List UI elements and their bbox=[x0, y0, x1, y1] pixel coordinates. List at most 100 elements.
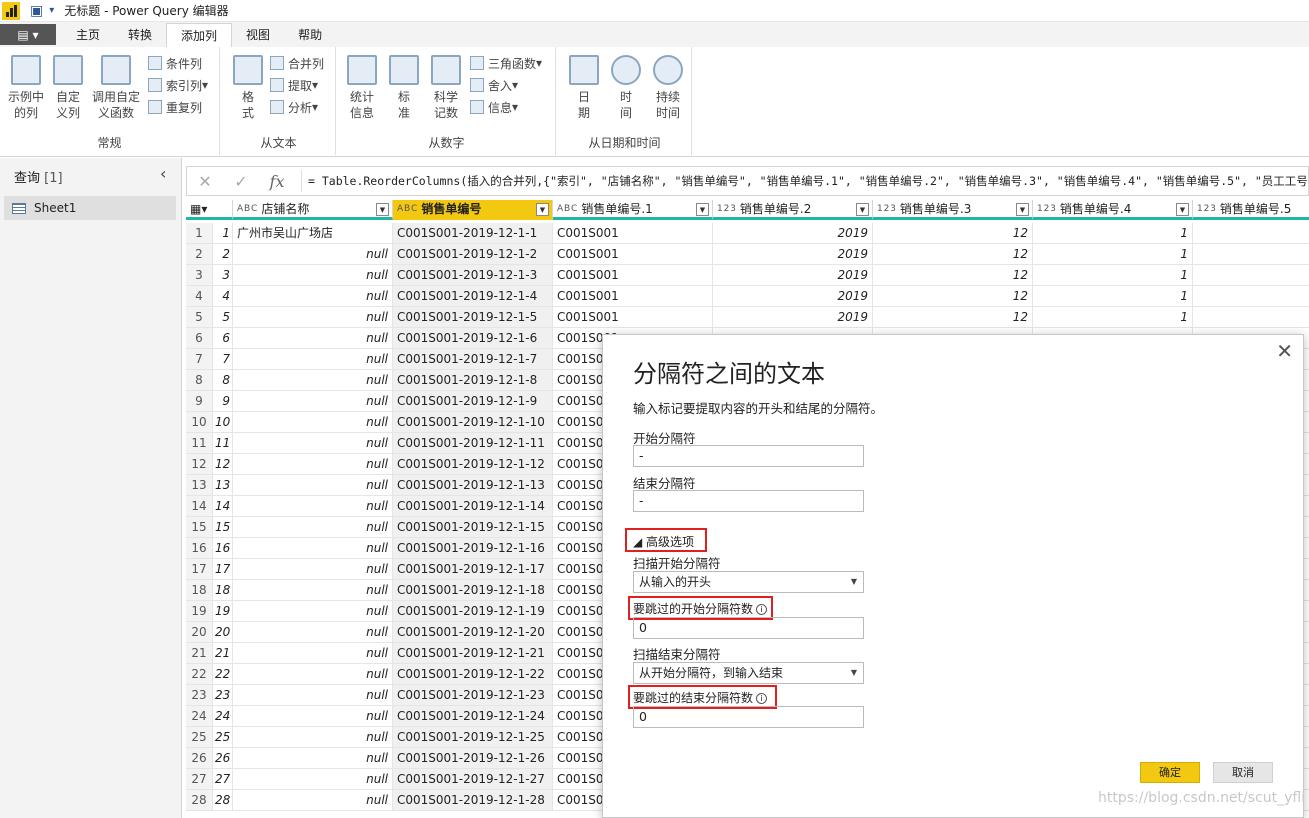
column-type-icon[interactable]: A B C bbox=[557, 204, 577, 214]
index-cell[interactable]: 23 bbox=[213, 685, 233, 706]
order-part-5-cell[interactable] bbox=[1193, 223, 1309, 244]
order-number-cell[interactable]: C001S001-2019-12-1-5 bbox=[393, 307, 553, 328]
index-cell[interactable]: 4 bbox=[213, 286, 233, 307]
row-number[interactable]: 22 bbox=[186, 664, 213, 685]
order-number-cell[interactable]: C001S001-2019-12-1-12 bbox=[393, 454, 553, 475]
index-cell[interactable]: 28 bbox=[213, 790, 233, 811]
order-part-1-cell[interactable]: C001S001 bbox=[553, 244, 713, 265]
store-name-cell[interactable]: null bbox=[233, 454, 393, 475]
filter-dropdown-icon[interactable]: ▼ bbox=[856, 203, 869, 216]
index-cell[interactable]: 12 bbox=[213, 454, 233, 475]
store-name-cell[interactable]: null bbox=[233, 538, 393, 559]
fx-icon[interactable]: fx bbox=[259, 172, 295, 191]
save-icon[interactable]: ▣ bbox=[30, 3, 43, 19]
formula-text[interactable]: = Table.ReorderColumns(插入的合并列,{"索引", "店铺… bbox=[308, 173, 1308, 189]
order-number-cell[interactable]: C001S001-2019-12-1-18 bbox=[393, 580, 553, 601]
order-part-4-cell[interactable]: 1 bbox=[1033, 223, 1193, 244]
row-number[interactable]: 17 bbox=[186, 559, 213, 580]
order-part-2-cell[interactable]: 2019 bbox=[713, 223, 873, 244]
order-part-1-cell[interactable]: C001S001 bbox=[553, 223, 713, 244]
order-number-cell[interactable]: C001S001-2019-12-1-8 bbox=[393, 370, 553, 391]
standard-button[interactable]: 标 准 bbox=[384, 55, 424, 121]
column-type-icon[interactable]: 1 2 3 bbox=[877, 204, 896, 214]
row-number[interactable]: 19 bbox=[186, 601, 213, 622]
tab-add-column[interactable]: 添加列 bbox=[166, 23, 233, 47]
order-number-cell[interactable]: C001S001-2019-12-1-21 bbox=[393, 643, 553, 664]
order-number-cell[interactable]: C001S001-2019-12-1-20 bbox=[393, 622, 553, 643]
skip-end-input[interactable]: 0 bbox=[633, 706, 864, 728]
index-cell[interactable]: 9 bbox=[213, 391, 233, 412]
commit-formula-icon[interactable]: ✓ bbox=[223, 172, 259, 191]
table-menu-icon[interactable]: ▦▾ bbox=[186, 200, 233, 220]
row-number[interactable]: 6 bbox=[186, 328, 213, 349]
index-cell[interactable]: 26 bbox=[213, 748, 233, 769]
index-column-button[interactable]: 索引列 ▾ bbox=[148, 75, 208, 95]
store-name-cell[interactable]: null bbox=[233, 370, 393, 391]
store-name-cell[interactable]: 广州市吴山广场店 bbox=[233, 223, 393, 244]
order-number-cell[interactable]: C001S001-2019-12-1-27 bbox=[393, 769, 553, 790]
index-cell[interactable]: 2 bbox=[213, 244, 233, 265]
row-number[interactable]: 26 bbox=[186, 748, 213, 769]
order-number-cell[interactable]: C001S001-2019-12-1-24 bbox=[393, 706, 553, 727]
row-number[interactable]: 3 bbox=[186, 265, 213, 286]
scientific-button[interactable]: 科学 记数 bbox=[426, 55, 466, 121]
index-cell[interactable]: 20 bbox=[213, 622, 233, 643]
store-name-cell[interactable]: null bbox=[233, 727, 393, 748]
duration-button[interactable]: 持续 时间 bbox=[648, 55, 688, 121]
row-number[interactable]: 28 bbox=[186, 790, 213, 811]
cancel-button[interactable]: 取消 bbox=[1213, 762, 1273, 783]
order-part-3-cell[interactable]: 12 bbox=[873, 223, 1033, 244]
index-cell[interactable]: 14 bbox=[213, 496, 233, 517]
row-number[interactable]: 7 bbox=[186, 349, 213, 370]
order-number-cell[interactable]: C001S001-2019-12-1-10 bbox=[393, 412, 553, 433]
order-part-2-cell[interactable]: 2019 bbox=[713, 286, 873, 307]
order-part-3-cell[interactable]: 12 bbox=[873, 286, 1033, 307]
order-number-cell[interactable]: C001S001-2019-12-1-25 bbox=[393, 727, 553, 748]
store-name-cell[interactable]: null bbox=[233, 349, 393, 370]
column-header[interactable]: 1 2 3 销售单编号.3 ▼ bbox=[873, 200, 1033, 220]
row-number[interactable]: 20 bbox=[186, 622, 213, 643]
filter-dropdown-icon[interactable]: ▼ bbox=[376, 203, 389, 216]
store-name-cell[interactable]: null bbox=[233, 706, 393, 727]
tab-home[interactable]: 主页 bbox=[62, 23, 114, 47]
store-name-cell[interactable]: null bbox=[233, 496, 393, 517]
store-name-cell[interactable]: null bbox=[233, 601, 393, 622]
info-icon[interactable]: i bbox=[756, 604, 768, 615]
order-part-3-cell[interactable]: 12 bbox=[873, 244, 1033, 265]
order-part-1-cell[interactable]: C001S001 bbox=[553, 265, 713, 286]
tab-transform[interactable]: 转换 bbox=[114, 23, 166, 47]
store-name-cell[interactable]: null bbox=[233, 475, 393, 496]
index-cell[interactable]: 27 bbox=[213, 769, 233, 790]
row-number[interactable]: 18 bbox=[186, 580, 213, 601]
row-number[interactable]: 13 bbox=[186, 475, 213, 496]
rounding-button[interactable]: 舍入 ▾ bbox=[470, 75, 518, 95]
store-name-cell[interactable]: null bbox=[233, 559, 393, 580]
order-part-2-cell[interactable]: 2019 bbox=[713, 244, 873, 265]
index-cell[interactable]: 15 bbox=[213, 517, 233, 538]
store-name-cell[interactable]: null bbox=[233, 265, 393, 286]
order-number-cell[interactable]: C001S001-2019-12-1-14 bbox=[393, 496, 553, 517]
row-number[interactable]: 14 bbox=[186, 496, 213, 517]
store-name-cell[interactable]: null bbox=[233, 433, 393, 454]
format-button[interactable]: 格 式 bbox=[228, 55, 268, 121]
filter-dropdown-icon[interactable]: ▼ bbox=[696, 203, 709, 216]
order-number-cell[interactable]: C001S001-2019-12-1-16 bbox=[393, 538, 553, 559]
column-header[interactable]: A B C 销售单编号.1 ▼ bbox=[553, 200, 713, 220]
store-name-cell[interactable]: null bbox=[233, 769, 393, 790]
order-part-1-cell[interactable]: C001S001 bbox=[553, 286, 713, 307]
index-cell[interactable]: 22 bbox=[213, 664, 233, 685]
order-part-1-cell[interactable]: C001S001 bbox=[553, 307, 713, 328]
row-number[interactable]: 27 bbox=[186, 769, 213, 790]
order-number-cell[interactable]: C001S001-2019-12-1-6 bbox=[393, 328, 553, 349]
extract-button[interactable]: 提取 ▾ bbox=[270, 75, 318, 95]
order-number-cell[interactable]: C001S001-2019-12-1-9 bbox=[393, 391, 553, 412]
order-part-2-cell[interactable]: 2019 bbox=[713, 265, 873, 286]
store-name-cell[interactable]: null bbox=[233, 664, 393, 685]
index-cell[interactable]: 5 bbox=[213, 307, 233, 328]
date-button[interactable]: 日 期 bbox=[564, 55, 604, 121]
time-button[interactable]: 时 间 bbox=[606, 55, 646, 121]
information-button[interactable]: 信息 ▾ bbox=[470, 97, 518, 117]
tab-help[interactable]: 帮助 bbox=[284, 23, 336, 47]
index-cell[interactable]: 3 bbox=[213, 265, 233, 286]
row-number[interactable]: 24 bbox=[186, 706, 213, 727]
